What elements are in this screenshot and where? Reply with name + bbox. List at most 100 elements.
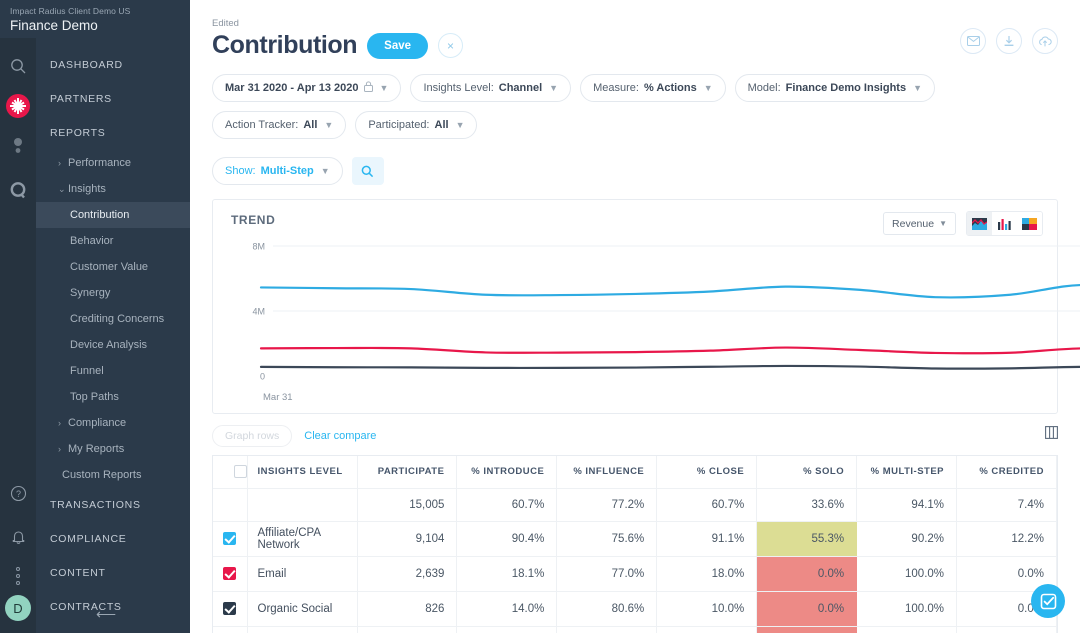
sidebar-item-other-channels[interactable]: OTHER CHANNELS bbox=[36, 624, 190, 633]
sidebar-item-insights[interactable]: ⌄ Insights bbox=[36, 176, 190, 202]
save-button[interactable]: Save bbox=[367, 32, 429, 59]
rail-bottom: ? D bbox=[0, 465, 36, 633]
column-header-participate[interactable]: PARTICIPATE bbox=[357, 456, 458, 489]
more-icon[interactable] bbox=[0, 567, 36, 585]
sidebar-item-top-paths[interactable]: Top Paths bbox=[36, 384, 190, 410]
sidebar-item-reports[interactable]: REPORTS bbox=[36, 116, 190, 150]
sidebar-item-contribution[interactable]: Contribution bbox=[36, 202, 190, 228]
email-icon[interactable] bbox=[960, 28, 986, 54]
sidebar-item-customer-value[interactable]: Customer Value bbox=[36, 254, 190, 280]
sidebar-item-crediting-concerns[interactable]: Crediting Concerns bbox=[36, 306, 190, 332]
row-cell: 80.6% bbox=[556, 626, 658, 633]
sidebar-item-partners[interactable]: PARTNERS bbox=[36, 82, 190, 116]
column-header-close[interactable]: % CLOSE bbox=[656, 456, 758, 489]
row-cell: 12.4% bbox=[456, 626, 558, 633]
sidebar-item-label: REPORTS bbox=[50, 127, 106, 139]
close-button[interactable]: × bbox=[438, 33, 464, 58]
measure-filter[interactable]: Measure: % Actions ▼ bbox=[580, 74, 726, 102]
row-cell: 12.2% bbox=[956, 521, 1057, 557]
table-row[interactable]: Email 2,639 18.1% 77.0% 18.0% 0.0% 100.0% 0.0% bbox=[213, 556, 1057, 592]
row-cell: 2,639 bbox=[357, 556, 458, 592]
row-checkbox[interactable] bbox=[223, 567, 237, 580]
sidebar-item-transactions[interactable]: TRANSACTIONS bbox=[36, 488, 190, 522]
sidebar-item-funnel[interactable]: Funnel bbox=[36, 358, 190, 384]
table-row[interactable]: Affiliate/CPA Network 9,104 90.4% 75.6% 91.1… bbox=[213, 521, 1057, 557]
sidebar-item-custom-reports[interactable]: Custom Reports bbox=[36, 462, 190, 488]
main-content: Edited Contribution Save × Mar 31 2020 -… bbox=[190, 0, 1080, 633]
table: INSIGHTS LEVEL PARTICIPATE% INTRODUCE% IN… bbox=[213, 456, 1057, 633]
bell-icon[interactable] bbox=[0, 521, 36, 553]
insights-level-filter[interactable]: Insights Level: Channel ▼ bbox=[410, 74, 572, 102]
header-actions bbox=[960, 28, 1058, 54]
column-header-insights-level[interactable]: INSIGHTS LEVEL bbox=[247, 456, 358, 489]
sidebar-item-performance[interactable]: › Performance bbox=[36, 150, 190, 176]
sidebar-item-label: Insights bbox=[68, 183, 106, 195]
column-header-solo[interactable]: % SOLO bbox=[756, 456, 858, 489]
select-all-checkbox[interactable] bbox=[233, 465, 247, 479]
table-row[interactable]: Organic Social 826 14.0% 80.6% 10.0% 0.0% 100.… bbox=[213, 591, 1057, 627]
participated-filter[interactable]: Participated: All ▼ bbox=[355, 111, 478, 139]
insights-table: INSIGHTS LEVEL PARTICIPATE% INTRODUCE% IN… bbox=[212, 455, 1058, 633]
row-level-label: Email bbox=[247, 556, 358, 592]
chart-measure-select[interactable]: Revenue ▼ bbox=[883, 212, 956, 235]
cloud-upload-icon[interactable] bbox=[1032, 28, 1058, 54]
chevron-down-icon: ▼ bbox=[703, 83, 713, 93]
sidebar-item-dashboard[interactable]: DASHBOARD bbox=[36, 48, 190, 82]
columns-icon[interactable] bbox=[1045, 426, 1058, 442]
sidebar-item-synergy[interactable]: Synergy bbox=[36, 280, 190, 306]
search-icon[interactable] bbox=[0, 50, 36, 82]
action-tracker-filter[interactable]: Action Tracker: All ▼ bbox=[212, 111, 347, 139]
area-chart-icon[interactable] bbox=[967, 212, 992, 235]
sidebar-item-compliance[interactable]: COMPLIANCE bbox=[36, 522, 190, 556]
row-cell: 10.0% bbox=[656, 591, 758, 627]
help-icon[interactable]: ? bbox=[0, 477, 36, 509]
table-row[interactable]: Display77212.4%80.6%9.2%0.0%100.0%0.0% bbox=[213, 626, 1057, 633]
sidebar-item-label: Crediting Concerns bbox=[70, 313, 165, 325]
workspace-name: Finance Demo bbox=[10, 18, 98, 33]
table-search-button[interactable] bbox=[351, 157, 384, 185]
brand-header: Impact Radius Client Demo US Finance Dem… bbox=[0, 0, 190, 38]
search-icon bbox=[361, 165, 374, 177]
row-checkbox[interactable] bbox=[223, 602, 237, 615]
page-header: Edited Contribution Save × bbox=[190, 0, 1080, 60]
brand-logo-icon[interactable] bbox=[6, 94, 30, 118]
sidebar-item-behavior[interactable]: Behavior bbox=[36, 228, 190, 254]
row-checkbox[interactable] bbox=[223, 532, 237, 545]
chevron-down-icon: ▼ bbox=[913, 83, 923, 93]
quality-icon[interactable] bbox=[0, 174, 36, 206]
column-header-introduce[interactable]: % INTRODUCE bbox=[456, 456, 558, 489]
collapse-sidebar-button[interactable]: ⟵ bbox=[96, 606, 116, 623]
sidebar-item-compliance[interactable]: › Compliance bbox=[36, 410, 190, 436]
filter-value: All bbox=[434, 119, 449, 131]
column-header-influence[interactable]: % INFLUENCE bbox=[556, 456, 658, 489]
stacked-chart-icon[interactable] bbox=[1017, 212, 1042, 235]
model-filter[interactable]: Model: Finance Demo Insights ▼ bbox=[734, 74, 936, 102]
show-filter[interactable]: Show: Multi-Step ▼ bbox=[212, 157, 343, 185]
column-header-multi-step[interactable]: % MULTI-STEP bbox=[856, 456, 958, 489]
sidebar-item-device-analysis[interactable]: Device Analysis bbox=[36, 332, 190, 358]
filter-label: Measure: bbox=[593, 82, 639, 94]
row-cell: 100.0% bbox=[856, 556, 958, 592]
total-cell: 7.4% bbox=[956, 488, 1057, 522]
filter-label: Model: bbox=[747, 82, 781, 94]
y-axis-tick: 8M bbox=[252, 242, 265, 252]
chat-button[interactable] bbox=[1031, 584, 1065, 618]
y-axis-tick: 4M bbox=[252, 307, 265, 317]
chevron-right-icon: › bbox=[58, 444, 61, 454]
title-row: Contribution Save × bbox=[212, 31, 1058, 60]
sidebar-item-content[interactable]: CONTENT bbox=[36, 556, 190, 590]
chevron-down-icon: ▼ bbox=[379, 83, 389, 93]
y-axis-tick: 0 bbox=[260, 372, 265, 382]
column-header-credited[interactable]: % CREDITED bbox=[956, 456, 1057, 489]
bar-chart-icon[interactable] bbox=[992, 212, 1017, 235]
partners-icon[interactable] bbox=[0, 130, 36, 162]
avatar[interactable]: D bbox=[5, 595, 31, 621]
sidebar-item-my-reports[interactable]: › My Reports bbox=[36, 436, 190, 462]
clear-compare-link[interactable]: Clear compare bbox=[304, 430, 376, 442]
trend-card: TREND Revenue ▼ 0 4M 8M Mar 31 bbox=[212, 199, 1080, 414]
sidebar-item-label: TRANSACTIONS bbox=[50, 499, 141, 511]
download-icon[interactable] bbox=[996, 28, 1022, 54]
chevron-down-icon: ▼ bbox=[320, 166, 330, 176]
date-range-filter[interactable]: Mar 31 2020 - Apr 13 2020 ▼ bbox=[212, 74, 402, 102]
graph-rows-button[interactable]: Graph rows bbox=[212, 425, 293, 447]
